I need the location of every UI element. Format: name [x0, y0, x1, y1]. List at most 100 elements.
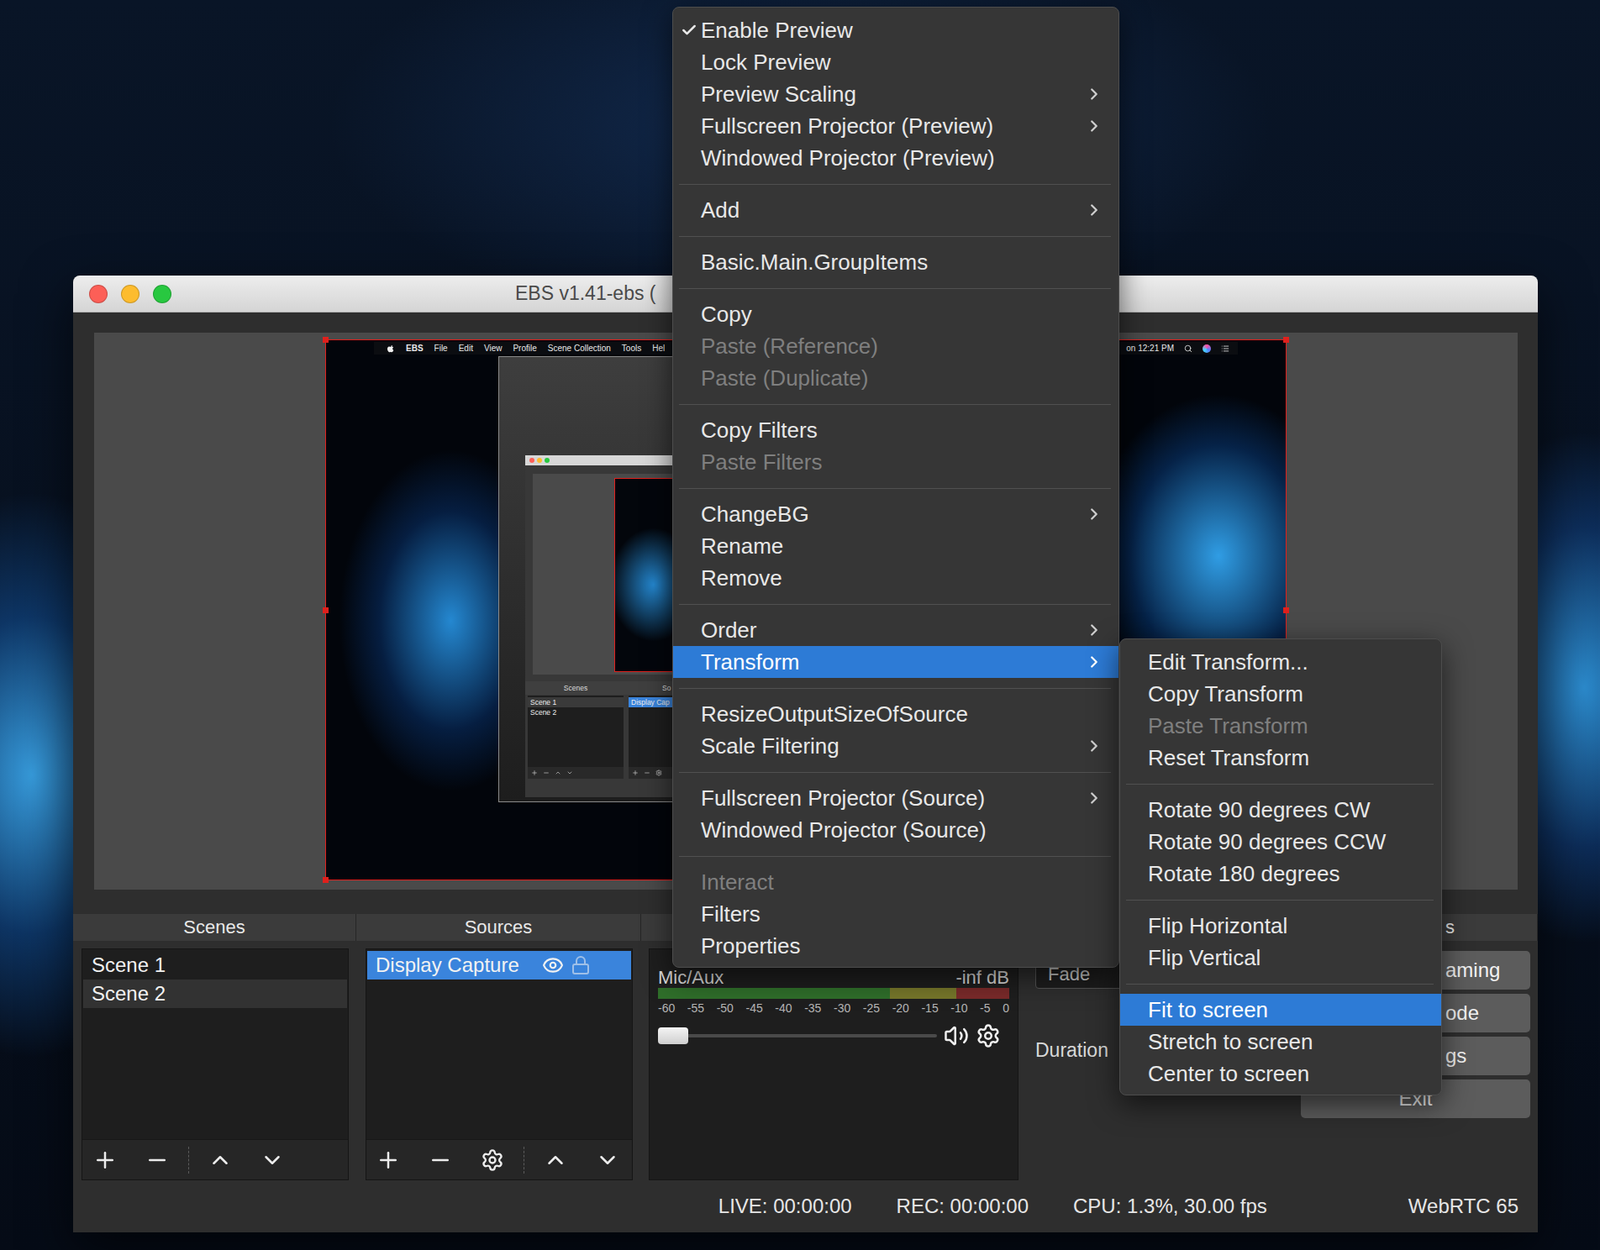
plus-icon	[92, 1147, 118, 1174]
mute-button[interactable]	[943, 1023, 969, 1049]
chevron-right-icon	[1084, 200, 1104, 220]
menu-item[interactable]: Preview Scaling	[673, 78, 1119, 111]
move-up-button[interactable]	[199, 1143, 242, 1178]
lock-icon	[570, 955, 591, 976]
lock-toggle[interactable]	[570, 955, 591, 976]
resize-handle[interactable]	[1283, 607, 1290, 614]
menu-item[interactable]: Enable Preview	[673, 14, 1119, 47]
close-button[interactable]	[89, 284, 108, 304]
captured-scene-row: Scene 2	[527, 707, 624, 718]
desktop: EBS v1.41-ebs (EBSFileEditViewProfileSce…	[0, 0, 1600, 1250]
chevron-right-icon	[1084, 621, 1104, 640]
channel-settings-button[interactable]	[975, 1023, 1001, 1049]
meter-tick: -40	[774, 1001, 792, 1016]
menu-item[interactable]: Flip Vertical	[1120, 942, 1442, 974]
visibility-toggle[interactable]	[542, 954, 564, 977]
volume-meter	[657, 988, 1010, 1000]
window-title: EBS v1.41-ebs (	[515, 282, 656, 306]
menu-item[interactable]: Basic.Main.GroupItems	[673, 246, 1119, 279]
remove-source-button[interactable]	[419, 1143, 462, 1178]
window-controls	[89, 284, 172, 304]
menu-item[interactable]: Windowed Projector (Source)	[673, 814, 1119, 847]
captured-menu-item: Tools	[621, 343, 642, 353]
menu-item[interactable]: Fit to screen	[1120, 994, 1442, 1027]
menu-item: Paste Filters	[673, 446, 1119, 479]
source-row[interactable]: Display Capture	[367, 951, 632, 980]
menu-item[interactable]: Lock Preview	[673, 46, 1119, 79]
channel-reading: -inf dB	[955, 968, 1010, 987]
menu-separator	[673, 278, 1119, 299]
add-scene-button[interactable]	[84, 1143, 127, 1178]
menu-item[interactable]: ChangeBG	[673, 498, 1119, 531]
menu-item[interactable]: Properties	[673, 930, 1119, 963]
check-icon	[680, 21, 698, 39]
move-down-button[interactable]	[251, 1143, 294, 1178]
meter-tick: -35	[804, 1001, 822, 1016]
chevron-right-icon	[1084, 736, 1104, 756]
resize-handle[interactable]	[1283, 336, 1290, 343]
volume-slider[interactable]	[657, 1025, 937, 1048]
add-source-button[interactable]	[367, 1143, 410, 1178]
menu-item[interactable]: Copy Transform	[1120, 678, 1442, 711]
menu-item[interactable]: Rotate 180 degrees	[1120, 857, 1442, 890]
plus-icon	[531, 769, 538, 777]
captured-menu-item: Edit	[458, 343, 474, 353]
speaker-icon	[943, 1023, 969, 1049]
resize-handle[interactable]	[322, 336, 329, 343]
menu-item[interactable]: Edit Transform...	[1120, 646, 1442, 679]
scene-row[interactable]: Scene 1	[83, 951, 348, 980]
menu-item[interactable]: Order	[673, 614, 1119, 647]
menu-separator	[673, 594, 1119, 615]
minimize-button[interactable]	[121, 284, 140, 304]
sources-dock: Sources Display Capture	[356, 914, 642, 1181]
menu-item[interactable]: Stretch to screen	[1120, 1026, 1442, 1058]
menu-item[interactable]: Copy Filters	[673, 414, 1119, 447]
move-down-button[interactable]	[586, 1143, 629, 1178]
toolbar-divider	[188, 1147, 190, 1174]
menu-separator	[673, 173, 1119, 195]
menu-item[interactable]: Rename	[673, 530, 1119, 563]
scene-row[interactable]: Scene 2	[83, 979, 348, 1009]
plus-icon	[375, 1147, 401, 1174]
captured-app-name: EBS	[405, 343, 424, 353]
scenes-toolbar	[82, 1139, 348, 1180]
menu-item[interactable]: Center to screen	[1120, 1057, 1442, 1090]
menu-item[interactable]: Remove	[673, 562, 1119, 595]
resize-handle[interactable]	[322, 877, 329, 884]
menu-item[interactable]: Filters	[673, 898, 1119, 931]
menu-item[interactable]: Scale Filtering	[673, 730, 1119, 763]
meter-tick: -60	[657, 1001, 675, 1016]
captured-menu-item: View	[484, 343, 503, 353]
menu-item[interactable]: Transform	[673, 646, 1119, 679]
menu-item[interactable]: Flip Horizontal	[1120, 910, 1442, 943]
menu-item[interactable]: Rotate 90 degrees CW	[1120, 794, 1442, 827]
dock-header: Sources	[356, 914, 642, 942]
webrtc-version: WebRTC 65	[1408, 1194, 1519, 1219]
slider-knob[interactable]	[657, 1027, 689, 1045]
menu-item: Paste (Reference)	[673, 330, 1119, 363]
menu-item[interactable]: Copy	[673, 298, 1119, 331]
menu-item[interactable]: Fullscreen Projector (Source)	[673, 782, 1119, 815]
menu-item: Paste Transform	[1120, 710, 1442, 743]
menu-item[interactable]: Fullscreen Projector (Preview)	[673, 110, 1119, 143]
scenes-list: Scene 1Scene 2	[81, 948, 349, 1181]
zoom-button[interactable]	[152, 284, 172, 304]
remove-scene-button[interactable]	[136, 1143, 179, 1178]
menu-separator	[673, 846, 1119, 867]
menu-item[interactable]: Rotate 90 degrees CCW	[1120, 826, 1442, 858]
menu-item[interactable]: Add	[673, 194, 1119, 227]
menu-item[interactable]: ResizeOutputSizeOfSource	[673, 698, 1119, 731]
move-up-button[interactable]	[534, 1143, 577, 1178]
menu-item: Paste (Duplicate)	[673, 362, 1119, 395]
eye-icon	[542, 954, 564, 977]
resize-handle[interactable]	[322, 607, 329, 614]
plus-icon	[631, 769, 639, 777]
toolbar-divider	[523, 1147, 525, 1174]
menu-separator	[673, 394, 1119, 415]
chevron-up-icon	[542, 1147, 569, 1174]
source-properties-button[interactable]	[471, 1143, 514, 1178]
channel-name: Mic/Aux	[657, 968, 724, 987]
menu-item[interactable]: Reset Transform	[1120, 742, 1442, 774]
menu-item[interactable]: Windowed Projector (Preview)	[673, 142, 1119, 174]
captured-menu-item: Profile	[512, 343, 537, 353]
